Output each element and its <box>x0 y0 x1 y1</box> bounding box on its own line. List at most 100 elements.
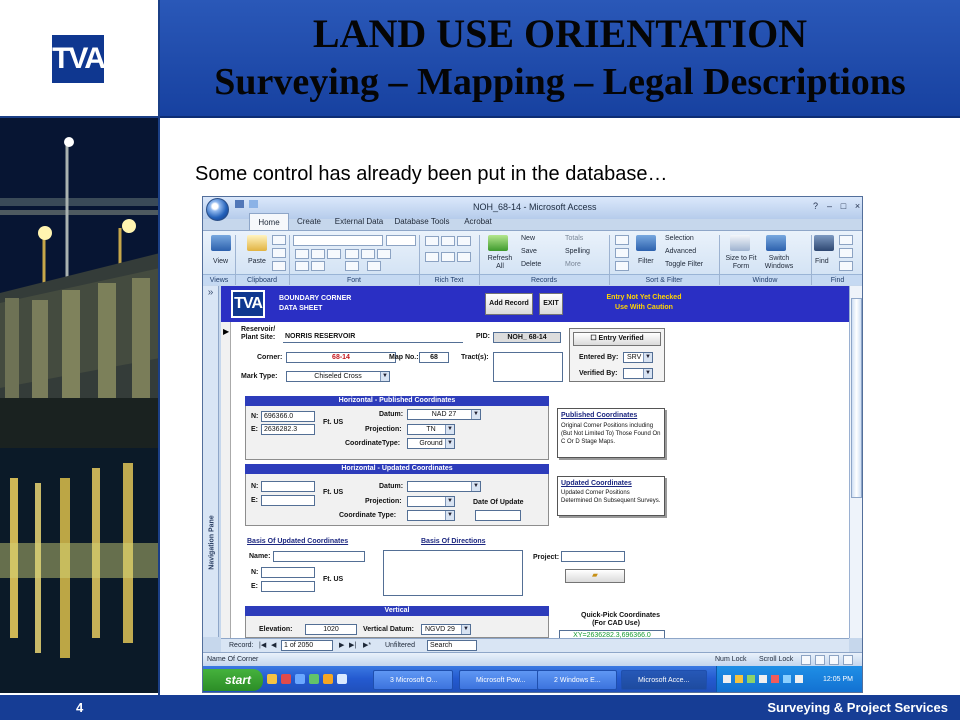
entry-verified-checkbox[interactable]: ☐ Entry Verified <box>573 332 661 346</box>
view-icon[interactable] <box>211 235 231 251</box>
filter-icon[interactable] <box>636 235 656 251</box>
tray-icon[interactable] <box>795 675 803 683</box>
dropdown-arrow-icon[interactable]: ▼ <box>643 353 652 362</box>
design-view-icon[interactable] <box>843 655 853 665</box>
tray-icon[interactable] <box>771 675 779 683</box>
font-color-icon[interactable] <box>295 261 309 271</box>
decrease-indent-icon[interactable] <box>425 236 439 246</box>
more-button[interactable]: More <box>565 261 581 269</box>
tray-icon[interactable] <box>735 675 743 683</box>
office-button[interactable] <box>206 198 229 221</box>
coordinate-type-combo[interactable]: Ground ▼ <box>407 438 455 449</box>
dropdown-arrow-icon[interactable]: ▼ <box>445 439 454 448</box>
dropdown-arrow-icon[interactable]: ▼ <box>461 625 470 634</box>
taskbar-access[interactable]: Microsoft Acce... <box>621 670 707 690</box>
quick-launch-icon[interactable] <box>281 674 291 684</box>
underline-icon[interactable] <box>327 249 341 259</box>
tray-icon[interactable] <box>759 675 767 683</box>
minimize-icon[interactable]: – <box>824 201 835 212</box>
taskbar-outlook[interactable]: 3 Microsoft O... <box>373 670 453 690</box>
projection-combo[interactable]: TN ▼ <box>407 424 455 435</box>
clock[interactable]: 12:05 PM <box>823 675 853 684</box>
taskbar-explorer[interactable]: 2 Windows E... <box>537 670 617 690</box>
gridlines-icon[interactable] <box>345 261 359 271</box>
dropdown-arrow-icon[interactable]: ▼ <box>445 497 454 506</box>
tab-create[interactable]: Create <box>291 213 327 230</box>
datum-combo[interactable]: NAD 27 ▼ <box>407 409 481 420</box>
restore-icon[interactable]: □ <box>838 201 849 212</box>
advanced-button[interactable]: Advanced <box>665 248 696 256</box>
unfiltered-button[interactable]: Unfiltered <box>385 642 415 650</box>
help-icon[interactable]: ? <box>810 201 821 212</box>
record-selector[interactable] <box>221 322 231 638</box>
exit-button[interactable]: EXIT <box>539 293 563 315</box>
selection-button[interactable]: Selection <box>665 235 694 243</box>
projection-updated-combo[interactable]: ▼ <box>407 496 455 507</box>
quick-launch-icon[interactable] <box>295 674 305 684</box>
cut-icon[interactable] <box>272 235 286 245</box>
quick-launch-icon[interactable] <box>337 674 347 684</box>
record-position-field[interactable]: 1 of 2050 <box>281 640 333 651</box>
dropdown-arrow-icon[interactable]: ▼ <box>445 425 454 434</box>
sort-descending-icon[interactable] <box>615 248 629 258</box>
select-icon[interactable] <box>839 261 853 271</box>
delete-record-button[interactable]: Delete <box>521 261 541 269</box>
tab-acrobat[interactable]: Acrobat <box>457 213 499 230</box>
n-updated-field[interactable] <box>261 481 315 492</box>
tracts-field[interactable] <box>493 352 563 382</box>
folder-button[interactable]: ▰ <box>565 569 625 583</box>
tab-database-tools[interactable]: Database Tools <box>391 213 453 230</box>
font-name-combo[interactable] <box>293 235 383 246</box>
close-icon[interactable]: × <box>852 201 862 212</box>
basis-directions-field[interactable] <box>383 550 523 596</box>
bullets-icon[interactable] <box>441 252 455 262</box>
alternate-fill-icon[interactable] <box>367 261 381 271</box>
tray-icon[interactable] <box>783 675 791 683</box>
datum-updated-combo[interactable]: ▼ <box>407 481 481 492</box>
coordinate-type-updated-combo[interactable]: ▼ <box>407 510 455 521</box>
record-search-field[interactable]: Search <box>427 640 477 651</box>
spelling-button[interactable]: Spelling <box>565 248 590 256</box>
replace-icon[interactable] <box>839 235 853 245</box>
italic-icon[interactable] <box>311 249 325 259</box>
align-center-icon[interactable] <box>361 249 375 259</box>
layout-view-icon[interactable] <box>829 655 839 665</box>
first-record-icon[interactable]: |◀ <box>259 642 266 650</box>
copy-icon[interactable] <box>272 248 286 258</box>
tab-home[interactable]: Home <box>249 213 289 230</box>
highlight-icon[interactable] <box>457 252 471 262</box>
taskbar-powerpoint[interactable]: Microsoft Pow... <box>459 670 539 690</box>
mark-type-combo[interactable]: Chiseled Cross ▼ <box>286 371 390 382</box>
save-icon[interactable] <box>235 200 244 208</box>
format-painter-icon[interactable] <box>272 261 286 271</box>
size-to-fit-icon[interactable] <box>730 235 750 251</box>
corner-field[interactable]: 68-14 <box>286 352 396 363</box>
dropdown-arrow-icon[interactable]: ▼ <box>471 482 480 491</box>
verified-by-combo[interactable]: ▼ <box>623 368 653 379</box>
next-record-icon[interactable]: ▶ <box>339 642 344 650</box>
align-left-icon[interactable] <box>345 249 359 259</box>
vertical-scrollbar[interactable] <box>849 286 862 638</box>
numbering-icon[interactable] <box>425 252 439 262</box>
datasheet-view-icon[interactable] <box>815 655 825 665</box>
sort-ascending-icon[interactable] <box>615 235 629 245</box>
quick-launch-icon[interactable] <box>309 674 319 684</box>
dropdown-arrow-icon[interactable]: ▼ <box>445 511 454 520</box>
n-field[interactable]: 696366.0 <box>261 411 315 422</box>
entered-by-combo[interactable]: SRV ▼ <box>623 352 653 363</box>
undo-icon[interactable] <box>249 200 258 208</box>
find-icon[interactable] <box>814 235 834 251</box>
pid-field[interactable]: NOH_ 68-14 <box>493 332 561 343</box>
dropdown-arrow-icon[interactable]: ▼ <box>643 369 652 378</box>
tray-icon[interactable] <box>747 675 755 683</box>
align-right-icon[interactable] <box>377 249 391 259</box>
e-updated-field[interactable] <box>261 495 315 506</box>
e-basis-field[interactable] <box>261 581 315 592</box>
toggle-filter-button[interactable]: Toggle Filter <box>665 261 703 269</box>
quick-launch-icon[interactable] <box>267 674 277 684</box>
start-button[interactable]: start <box>203 669 263 691</box>
refresh-icon[interactable] <box>488 235 508 251</box>
new-record-button[interactable]: New <box>521 235 535 243</box>
scrollbar-thumb[interactable] <box>851 298 862 498</box>
last-record-icon[interactable]: ▶| <box>349 642 356 650</box>
